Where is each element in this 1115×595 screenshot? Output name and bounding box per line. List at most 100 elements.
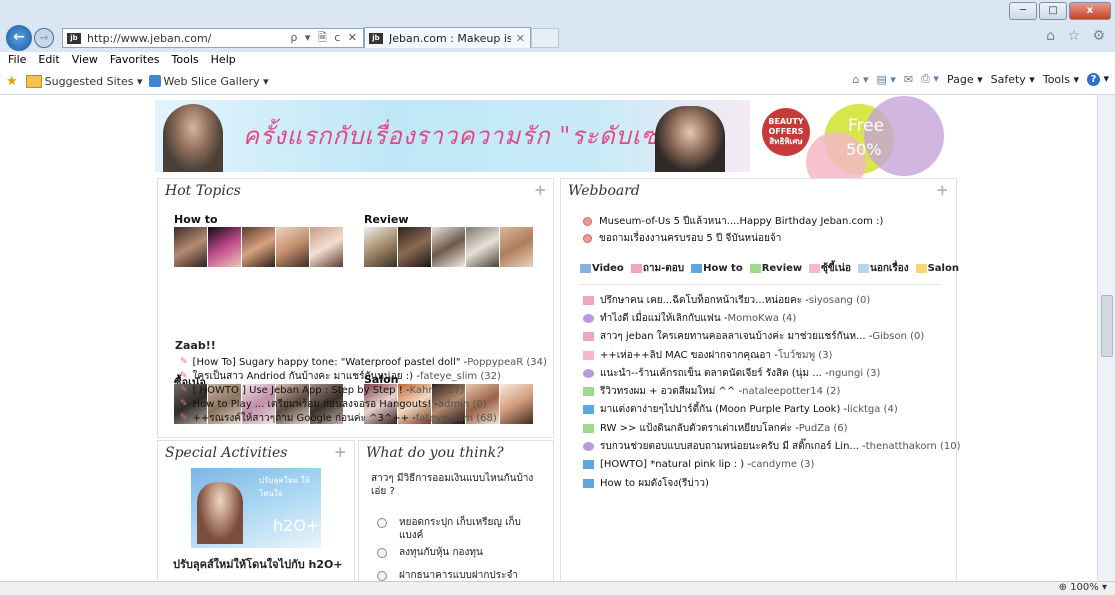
topic-author[interactable]: thenatthakorn (10) xyxy=(866,441,961,452)
topic-link[interactable]: สาวๆ jeban ใครเคยทานคอลลาเจนบ้างค่ะ มาช่… xyxy=(600,329,872,344)
menu-view[interactable]: View xyxy=(66,52,104,68)
thumbnail-image[interactable] xyxy=(364,227,397,267)
poll-option-label[interactable]: ลงทุนกับหุ้น กองทุน xyxy=(399,546,483,559)
tools-menu[interactable]: Tools ▾ xyxy=(1043,73,1079,86)
address-bar[interactable]: jb http://www.jeban.com/ ρ ▾ 🗎 c ✕ xyxy=(62,28,364,48)
list-item[interactable]: How to ผมตังโจง(รีบ่าว) xyxy=(583,474,960,492)
maximize-button[interactable]: □ xyxy=(1039,2,1067,20)
print-icon[interactable]: ⎙ ▾ xyxy=(921,72,939,86)
category-how-to[interactable]: How to xyxy=(691,261,743,276)
back-button[interactable]: ← xyxy=(6,25,32,51)
section-how-to[interactable]: How to xyxy=(174,213,218,226)
poll-option-label[interactable]: ฝากธนาคารแบบฝากประจำ xyxy=(399,569,518,581)
beauty-offers-banner[interactable]: BEAUTY OFFERS สิทธิพิเศษ Free 50% xyxy=(754,96,944,192)
list-item[interactable]: ปรึกษาคน เคย...ฉีดโบท็อกหน้าเรียว...หน่อ… xyxy=(583,291,960,309)
h2o-promo-image[interactable]: ปรับลุคใหม่ ให้โดนใจ h2O+ xyxy=(191,468,321,548)
address-tools[interactable]: ρ ▾ 🗎 c ✕ xyxy=(290,29,363,48)
topic-link[interactable]: [ HOWTO ] Use Jeban App : Step by Step !… xyxy=(193,385,410,396)
menu-edit[interactable]: Edit xyxy=(32,52,65,68)
radio-button[interactable] xyxy=(377,548,387,558)
thumbnail-image[interactable] xyxy=(174,227,207,267)
topic-link[interactable]: How to Play ... เตรียมพร้อม ก่อนลงจอรอ H… xyxy=(193,397,438,412)
list-item[interactable]: RW >> แป้งดินกลับตัวตราเต่าเหยียบโลกค่ะ … xyxy=(583,419,960,437)
category-review[interactable]: Review xyxy=(749,261,802,276)
category-salon[interactable]: Salon xyxy=(915,261,959,276)
favorites-star-icon[interactable]: ★ xyxy=(6,74,18,89)
menu-file[interactable]: File xyxy=(2,52,32,68)
promo-banner[interactable]: ครั้งแรกกับเรื่องราวความรัก "ระดับเซลล์" xyxy=(155,100,750,172)
list-item[interactable]: แนะนำ--ร้านเค้กรถเข็น ตลาดนัดเจียร์ รังส… xyxy=(583,364,960,382)
topic-author[interactable]: ngungi (3) xyxy=(829,368,881,379)
topic-link[interactable]: How to ผมตังโจง(รีบ่าว) xyxy=(600,476,709,491)
topic-link[interactable]: ใครเป็นสาว Andriod กันบ้างคะ มาแชร์กันหน… xyxy=(193,369,420,384)
menu-tools[interactable]: Tools xyxy=(166,52,205,68)
thumbnail-image[interactable] xyxy=(310,227,343,267)
list-item[interactable]: ทำไงดี เมื่อแม่ให้เลิกกับแฟน - MomoKwa (… xyxy=(583,309,960,327)
close-button[interactable]: x xyxy=(1069,2,1111,20)
list-item[interactable]: ✎ [How To] Sugary happy tone: "Waterproof… xyxy=(180,355,547,369)
help-button[interactable]: ? ▾ xyxy=(1086,72,1109,86)
thumbnail-image[interactable] xyxy=(500,227,533,267)
list-item[interactable]: ✎ How to Play ... เตรียมพร้อม ก่อนลงจอรอ … xyxy=(180,397,547,411)
topic-author[interactable]: PoppypeaR (34) xyxy=(467,357,547,368)
topic-author[interactable]: KahnJi (17) xyxy=(410,385,465,396)
topic-link[interactable]: รีวิวทรงผม + อวดสีผมใหม่ ^^ - xyxy=(600,384,742,399)
list-item[interactable]: รบกวนช่วยตอบแบบสอบถามหน่อยนะครับ มี สติ๊… xyxy=(583,437,960,455)
topic-author[interactable]: candyme (3) xyxy=(751,459,814,470)
list-item[interactable]: ✎ [ HOWTO ] Use Jeban App : Step by Step … xyxy=(180,383,547,397)
thumbnail-image[interactable] xyxy=(276,227,309,267)
topic-link[interactable]: รบกวนช่วยตอบแบบสอบถามหน่อยนะครับ มี สติ๊… xyxy=(600,439,866,454)
address-url[interactable]: http://www.jeban.com/ xyxy=(87,32,290,45)
forward-button[interactable]: → xyxy=(34,28,54,48)
web-slice-gallery[interactable]: Web Slice Gallery ▾ xyxy=(148,75,269,88)
special-activity-caption[interactable]: ปรับลุคส์ใหม่ให้โดนใจไปกับ h2O+ xyxy=(173,555,343,573)
section-review[interactable]: Review xyxy=(364,213,409,226)
pinned-topic[interactable]: Museum-of-Us 5 ปีแล้วหนา....Happy Birthd… xyxy=(599,214,883,229)
new-tab-button[interactable] xyxy=(531,28,559,48)
topic-author[interactable]: fateye_slim (32) xyxy=(420,371,501,382)
poll-option[interactable]: หยอดกระปุก เก็บเหรียญ เก็บแบงค์ xyxy=(377,516,542,542)
topic-link[interactable]: ทำไงดี เมื่อแม่ให้เลิกกับแฟน - xyxy=(600,311,727,326)
topic-author[interactable]: MomoKwa (4) xyxy=(727,313,796,324)
topic-author[interactable]: licktga (4) xyxy=(847,404,898,415)
special-plus-icon[interactable]: + xyxy=(334,443,347,461)
topic-link[interactable]: ปรึกษาคน เคย...ฉีดโบท็อกหน้าเรียว...หน่อ… xyxy=(600,293,809,308)
poll-option[interactable]: ฝากธนาคารแบบฝากประจำ xyxy=(377,569,542,581)
scrollbar-thumb[interactable] xyxy=(1101,295,1113,357)
topic-link[interactable]: [How To] Sugary happy tone: "Waterproof … xyxy=(193,357,468,368)
menu-help[interactable]: Help xyxy=(205,52,242,68)
topic-author[interactable]: fateye_slim (68) xyxy=(416,413,497,424)
list-item[interactable]: ++เห่อ++ลิป MAC ของฝากจากคุณอา - โบว์ชมพ… xyxy=(583,346,960,364)
topic-author[interactable]: admin (0) xyxy=(438,399,487,410)
list-item[interactable]: รีวิวทรงผม + อวดสีผมใหม่ ^^ - nataleepot… xyxy=(583,382,960,400)
thumbnail-image[interactable] xyxy=(398,227,431,267)
poll-option-label[interactable]: หยอดกระปุก เก็บเหรียญ เก็บแบงค์ xyxy=(399,516,542,542)
tab-close-icon[interactable]: ✕ xyxy=(511,32,530,45)
page-menu[interactable]: Page ▾ xyxy=(947,73,983,86)
topic-link[interactable]: RW >> แป้งดินกลับตัวตราเต่าเหยียบโลกค่ะ … xyxy=(600,421,799,436)
thumbnail-image[interactable] xyxy=(466,227,499,267)
mail-icon[interactable]: ✉ xyxy=(904,73,913,86)
list-item[interactable]: ขอถามเรื่องงานครบรอบ 5 ปี จีบันหน่อยจ้า xyxy=(583,230,883,247)
topic-link[interactable]: ++เห่อ++ลิป MAC ของฝากจากคุณอา - xyxy=(600,348,778,363)
list-item[interactable]: สาวๆ jeban ใครเคยทานคอลลาเจนบ้างค่ะ มาช่… xyxy=(583,328,960,346)
minimize-button[interactable]: ─ xyxy=(1009,2,1037,20)
list-item[interactable]: มาแต่งตาง่ายๆไปปาร์ตี้กัน (Moon Purple P… xyxy=(583,401,960,419)
safety-menu[interactable]: Safety ▾ xyxy=(991,73,1035,86)
topic-link[interactable]: ++รณรงค์ให้สาวๆถาม Google ก่อนค่ะ ^3^++ … xyxy=(193,411,416,426)
list-item[interactable]: ✎ ใครเป็นสาว Andriod กันบ้างคะ มาแชร์กันห… xyxy=(180,369,547,383)
radio-button[interactable] xyxy=(377,571,387,581)
topic-author[interactable]: PudZa (6) xyxy=(799,423,848,434)
thumbnail-image[interactable] xyxy=(432,227,465,267)
topic-link[interactable]: มาแต่งตาง่ายๆไปปาร์ตี้กัน (Moon Purple P… xyxy=(600,402,847,417)
topic-author[interactable]: Gibson (0) xyxy=(872,331,924,342)
topic-link[interactable]: [HOWTO] *natural pink lip : ) - xyxy=(600,459,751,470)
radio-button[interactable] xyxy=(377,518,387,528)
thumbnail-image[interactable] xyxy=(242,227,275,267)
list-item[interactable]: [HOWTO] *natural pink lip : ) - candyme … xyxy=(583,456,960,474)
category-shopping[interactable]: ซุ้ขี้เน่อ xyxy=(809,261,851,276)
webboard-plus-icon[interactable]: + xyxy=(936,181,949,199)
topic-author[interactable]: โบว์ชมพู (3) xyxy=(778,348,833,363)
list-item[interactable]: Museum-of-Us 5 ปีแล้วหนา....Happy Birthd… xyxy=(583,213,883,230)
topic-author[interactable]: nataleepotter14 (2) xyxy=(742,386,840,397)
